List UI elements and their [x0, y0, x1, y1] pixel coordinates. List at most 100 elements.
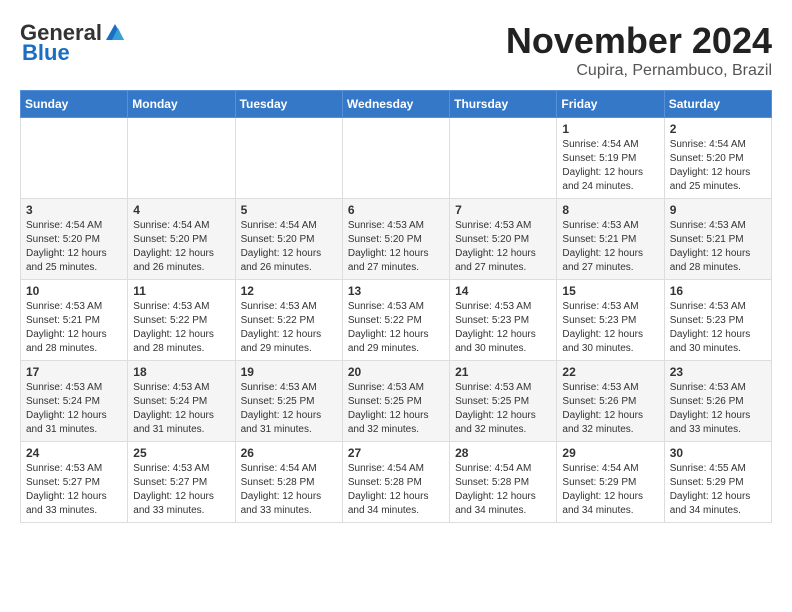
day-number: 19 [241, 365, 337, 379]
day-number: 11 [133, 284, 229, 298]
page-header: General Blue November 2024 Cupira, Perna… [20, 20, 772, 80]
calendar-header-row: SundayMondayTuesdayWednesdayThursdayFrid… [21, 91, 772, 118]
day-number: 14 [455, 284, 551, 298]
calendar-cell: 13Sunrise: 4:53 AM Sunset: 5:22 PM Dayli… [342, 280, 449, 361]
day-info: Sunrise: 4:53 AM Sunset: 5:24 PM Dayligh… [133, 381, 229, 437]
calendar-cell: 28 Sunrise: 4:54 AM Sunset: 5:28 PM Dayli… [450, 442, 557, 523]
day-number: 8 [562, 203, 658, 217]
day-info: Sunrise: 4:53 AM Sunset: 5:21 PM Dayligh… [26, 300, 122, 356]
weekday-header-wednesday: Wednesday [342, 91, 449, 118]
calendar-cell: 30Sunrise: 4:55 AM Sunset: 5:29 PM Dayli… [664, 442, 771, 523]
calendar-cell: 17Sunrise: 4:53 AM Sunset: 5:24 PM Dayli… [21, 361, 128, 442]
calendar-cell: 3Sunrise: 4:54 AM Sunset: 5:20 PM Daylig… [21, 199, 128, 280]
calendar-cell: 27Sunrise: 4:54 AM Sunset: 5:28 PM Dayli… [342, 442, 449, 523]
calendar-cell: 4 Sunrise: 4:54 AM Sunset: 5:20 PM Daylig… [128, 199, 235, 280]
day-number: 23 [670, 365, 766, 379]
day-info: Sunrise: 4:53 AM Sunset: 5:25 PM Dayligh… [241, 381, 337, 437]
calendar-week-row: 1 Sunrise: 4:54 AM Sunset: 5:19 PM Daylig… [21, 118, 772, 199]
calendar-cell: 23 Sunrise: 4:53 AM Sunset: 5:26 PM Dayli… [664, 361, 771, 442]
day-number: 4 [133, 203, 229, 217]
day-info: Sunrise: 4:54 AM Sunset: 5:19 PM Dayligh… [562, 138, 658, 194]
day-number: 18 [133, 365, 229, 379]
calendar-cell [450, 118, 557, 199]
logo-icon [104, 22, 126, 44]
logo-blue-text: Blue [22, 40, 70, 66]
day-info: Sunrise: 4:53 AM Sunset: 5:21 PM Dayligh… [562, 219, 658, 275]
calendar-cell: 11 Sunrise: 4:53 AM Sunset: 5:22 PM Dayli… [128, 280, 235, 361]
day-number: 2 [670, 122, 766, 136]
day-number: 16 [670, 284, 766, 298]
day-number: 1 [562, 122, 658, 136]
day-number: 13 [348, 284, 444, 298]
weekday-header-tuesday: Tuesday [235, 91, 342, 118]
calendar-week-row: 10 Sunrise: 4:53 AM Sunset: 5:21 PM Dayli… [21, 280, 772, 361]
calendar-week-row: 3 Sunrise: 4:54 AM Sunset: 5:20 PM Daylig… [21, 199, 772, 280]
day-info: Sunrise: 4:54 AM Sunset: 5:28 PM Dayligh… [241, 462, 337, 518]
day-number: 15 [562, 284, 658, 298]
day-number: 6 [348, 203, 444, 217]
day-info: Sunrise: 4:53 AM Sunset: 5:23 PM Dayligh… [670, 300, 766, 356]
title-section: November 2024 Cupira, Pernambuco, Brazil [506, 20, 772, 80]
calendar-cell: 6Sunrise: 4:53 AM Sunset: 5:20 PM Daylig… [342, 199, 449, 280]
day-info: Sunrise: 4:54 AM Sunset: 5:29 PM Dayligh… [562, 462, 658, 518]
calendar-week-row: 24 Sunrise: 4:53 AM Sunset: 5:27 PM Dayli… [21, 442, 772, 523]
day-info: Sunrise: 4:53 AM Sunset: 5:24 PM Dayligh… [26, 381, 122, 437]
day-info: Sunrise: 4:53 AM Sunset: 5:26 PM Dayligh… [670, 381, 766, 437]
calendar-cell: 8 Sunrise: 4:53 AM Sunset: 5:21 PM Daylig… [557, 199, 664, 280]
day-info: Sunrise: 4:53 AM Sunset: 5:25 PM Dayligh… [455, 381, 551, 437]
day-number: 28 [455, 446, 551, 460]
day-number: 30 [670, 446, 766, 460]
calendar-cell: 16 Sunrise: 4:53 AM Sunset: 5:23 PM Dayli… [664, 280, 771, 361]
weekday-header-saturday: Saturday [664, 91, 771, 118]
day-number: 20 [348, 365, 444, 379]
day-info: Sunrise: 4:54 AM Sunset: 5:20 PM Dayligh… [241, 219, 337, 275]
day-info: Sunrise: 4:54 AM Sunset: 5:20 PM Dayligh… [670, 138, 766, 194]
calendar-cell: 26 Sunrise: 4:54 AM Sunset: 5:28 PM Dayli… [235, 442, 342, 523]
day-number: 10 [26, 284, 122, 298]
calendar-cell: 25 Sunrise: 4:53 AM Sunset: 5:27 PM Dayli… [128, 442, 235, 523]
calendar-cell: 22 Sunrise: 4:53 AM Sunset: 5:26 PM Dayli… [557, 361, 664, 442]
day-number: 22 [562, 365, 658, 379]
day-number: 12 [241, 284, 337, 298]
day-number: 9 [670, 203, 766, 217]
day-number: 24 [26, 446, 122, 460]
calendar-week-row: 17Sunrise: 4:53 AM Sunset: 5:24 PM Dayli… [21, 361, 772, 442]
day-number: 3 [26, 203, 122, 217]
day-number: 21 [455, 365, 551, 379]
calendar-cell: 29 Sunrise: 4:54 AM Sunset: 5:29 PM Dayli… [557, 442, 664, 523]
calendar-cell [342, 118, 449, 199]
calendar-cell: 14 Sunrise: 4:53 AM Sunset: 5:23 PM Dayli… [450, 280, 557, 361]
day-number: 27 [348, 446, 444, 460]
day-info: Sunrise: 4:53 AM Sunset: 5:22 PM Dayligh… [241, 300, 337, 356]
calendar-table: SundayMondayTuesdayWednesdayThursdayFrid… [20, 90, 772, 523]
day-number: 7 [455, 203, 551, 217]
day-number: 29 [562, 446, 658, 460]
day-number: 25 [133, 446, 229, 460]
weekday-header-thursday: Thursday [450, 91, 557, 118]
weekday-header-monday: Monday [128, 91, 235, 118]
calendar-cell [235, 118, 342, 199]
day-info: Sunrise: 4:54 AM Sunset: 5:20 PM Dayligh… [133, 219, 229, 275]
day-info: Sunrise: 4:53 AM Sunset: 5:22 PM Dayligh… [133, 300, 229, 356]
day-info: Sunrise: 4:54 AM Sunset: 5:28 PM Dayligh… [455, 462, 551, 518]
calendar-cell: 12 Sunrise: 4:53 AM Sunset: 5:22 PM Dayli… [235, 280, 342, 361]
day-info: Sunrise: 4:53 AM Sunset: 5:20 PM Dayligh… [455, 219, 551, 275]
calendar-cell: 19 Sunrise: 4:53 AM Sunset: 5:25 PM Dayli… [235, 361, 342, 442]
month-title: November 2024 [506, 20, 772, 62]
calendar-cell [128, 118, 235, 199]
calendar-cell: 10 Sunrise: 4:53 AM Sunset: 5:21 PM Dayli… [21, 280, 128, 361]
day-info: Sunrise: 4:53 AM Sunset: 5:27 PM Dayligh… [26, 462, 122, 518]
calendar-cell: 1 Sunrise: 4:54 AM Sunset: 5:19 PM Daylig… [557, 118, 664, 199]
day-number: 26 [241, 446, 337, 460]
calendar-cell: 9 Sunrise: 4:53 AM Sunset: 5:21 PM Daylig… [664, 199, 771, 280]
day-info: Sunrise: 4:53 AM Sunset: 5:26 PM Dayligh… [562, 381, 658, 437]
location: Cupira, Pernambuco, Brazil [506, 62, 772, 80]
day-info: Sunrise: 4:53 AM Sunset: 5:21 PM Dayligh… [670, 219, 766, 275]
calendar-cell: 24 Sunrise: 4:53 AM Sunset: 5:27 PM Dayli… [21, 442, 128, 523]
day-info: Sunrise: 4:53 AM Sunset: 5:27 PM Dayligh… [133, 462, 229, 518]
weekday-header-sunday: Sunday [21, 91, 128, 118]
calendar-cell: 15Sunrise: 4:53 AM Sunset: 5:23 PM Dayli… [557, 280, 664, 361]
calendar-cell: 20Sunrise: 4:53 AM Sunset: 5:25 PM Dayli… [342, 361, 449, 442]
day-info: Sunrise: 4:53 AM Sunset: 5:23 PM Dayligh… [455, 300, 551, 356]
logo: General Blue [20, 20, 126, 66]
